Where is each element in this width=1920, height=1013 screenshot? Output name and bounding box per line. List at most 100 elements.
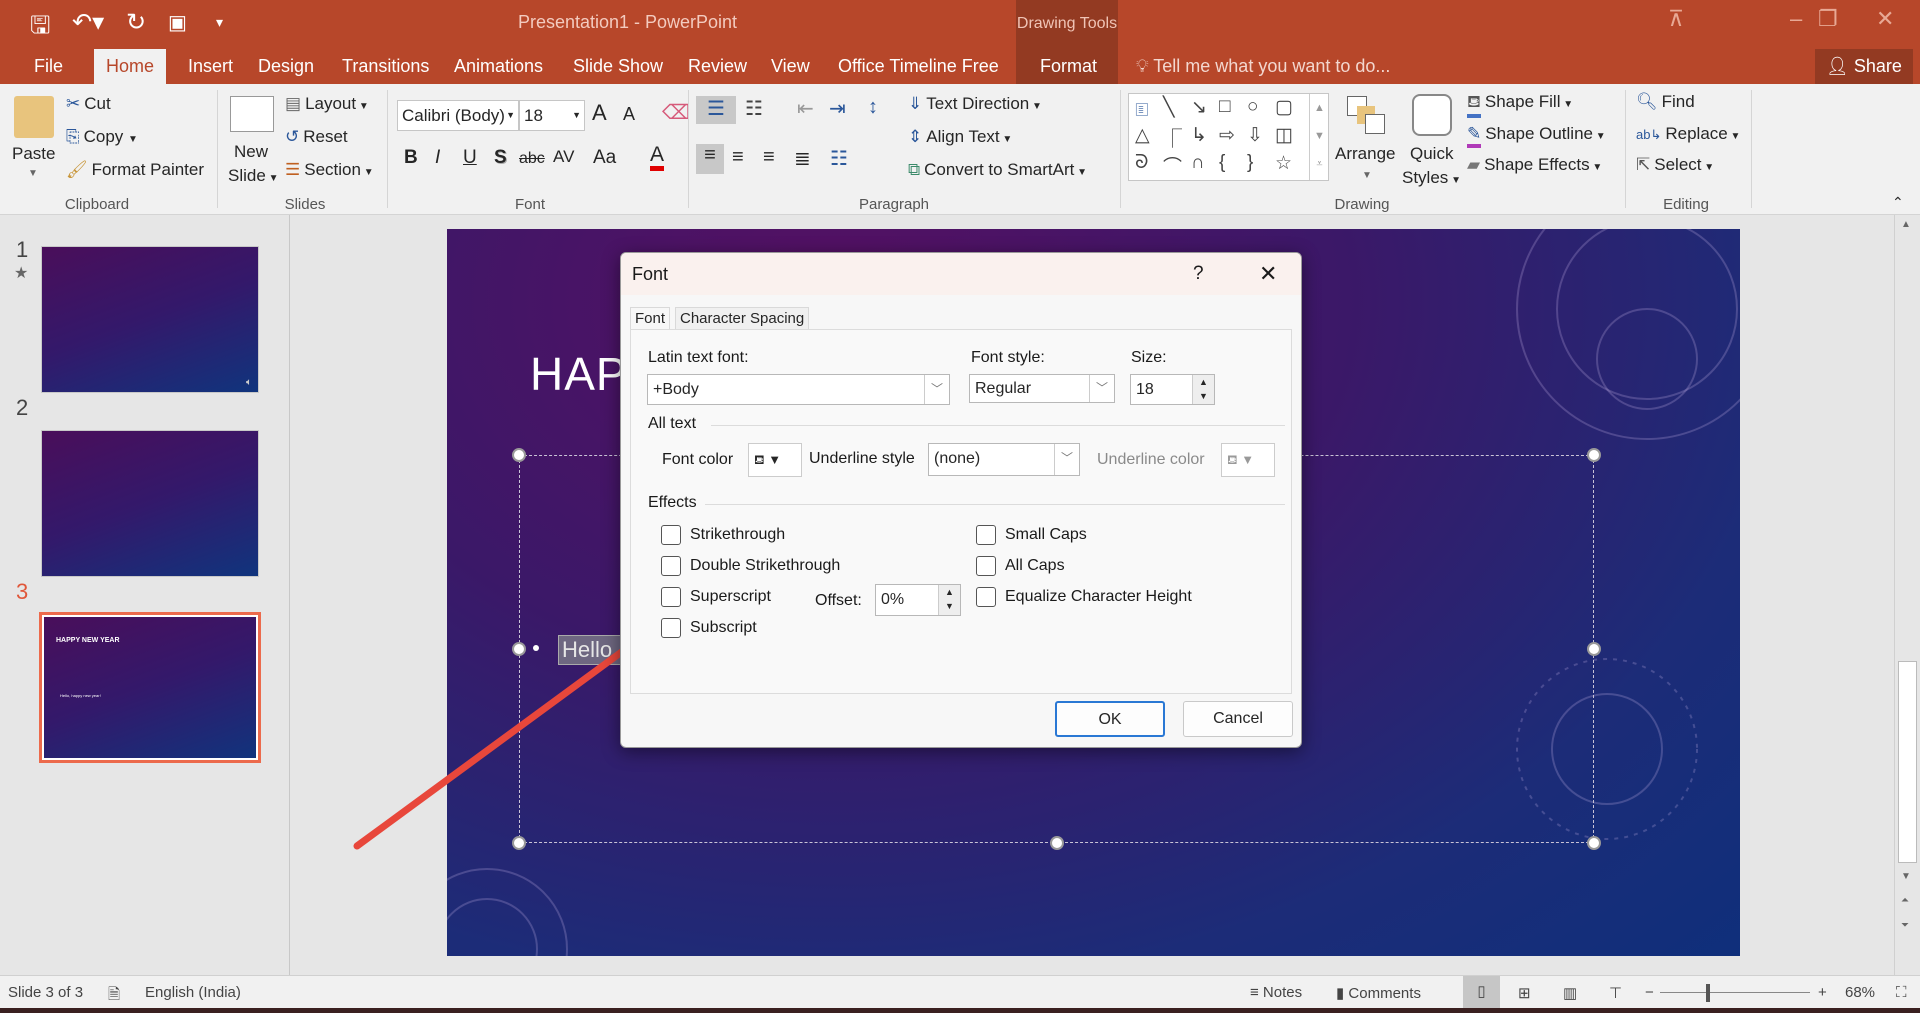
arrange-button[interactable]: Arrange <box>1335 144 1395 164</box>
quick-styles-label-2[interactable]: Styles ▼ <box>1402 168 1461 188</box>
resize-handle[interactable] <box>512 836 526 850</box>
copy-button[interactable]: ⎘ Copy ▼ <box>66 127 138 147</box>
resize-handle[interactable] <box>512 642 526 656</box>
zoom-level[interactable]: 68% <box>1845 984 1875 1001</box>
shadow-button[interactable]: S <box>494 147 507 169</box>
vertical-scrollbar[interactable]: ▲ ▼ ⏶ ⏷ <box>1894 215 1920 975</box>
zoom-in-button[interactable]: + <box>1818 984 1827 1001</box>
previous-slide-icon[interactable]: ⏶ <box>1901 895 1909 906</box>
share-button[interactable]: 👤︎ Share <box>1815 49 1913 84</box>
double-strikethrough-checkbox[interactable] <box>661 556 681 576</box>
scroll-down-icon[interactable]: ▼ <box>1901 871 1911 882</box>
small-caps-checkbox[interactable] <box>976 525 996 545</box>
curve-shape-icon[interactable]: ∩ <box>1191 152 1205 174</box>
tab-review[interactable]: Review <box>684 49 751 84</box>
find-button[interactable]: 🔍︎ Find <box>1636 92 1695 112</box>
scroll-up-icon[interactable]: ▲ <box>1901 219 1911 230</box>
bold-button[interactable]: B <box>404 147 418 169</box>
resize-handle[interactable] <box>1587 836 1601 850</box>
font-size-combo[interactable]: 18 ▼ <box>519 100 585 131</box>
rectangle-shape-icon[interactable]: □ <box>1219 96 1230 118</box>
justify-icon[interactable]: ≣ <box>794 146 811 171</box>
arrow-line-shape-icon[interactable]: ↘ <box>1191 96 1207 119</box>
slide-sorter-icon[interactable]: ⊞ <box>1518 984 1531 1002</box>
tell-me-search[interactable]: 💡︎ Tell me what you want to do... <box>1136 49 1390 84</box>
chevron-down-icon[interactable]: ﹀ <box>1089 375 1114 402</box>
shape-outline-button[interactable]: ✎ Shape Outline ▼ <box>1467 124 1606 148</box>
character-spacing-button[interactable]: AV <box>553 147 574 167</box>
tab-office-timeline[interactable]: Office Timeline Free <box>834 49 1003 84</box>
numbering-icon[interactable]: ☷ <box>745 96 763 121</box>
decrease-indent-icon[interactable]: ⇤ <box>797 96 814 121</box>
tab-view[interactable]: View <box>767 49 814 84</box>
slideshow-view-icon[interactable]: ⊤ <box>1609 984 1622 1002</box>
text-direction-button[interactable]: ⇓ Text Direction ▼ <box>908 94 1042 114</box>
superscript-checkbox[interactable] <box>661 587 681 607</box>
star-shape-icon[interactable]: ☆ <box>1275 152 1292 175</box>
shape-effects-button[interactable]: ▰ Shape Effects ▼ <box>1467 155 1602 175</box>
down-arrow-shape-icon[interactable]: ⇩ <box>1247 124 1263 147</box>
strikethrough-button[interactable]: abc <box>519 150 545 168</box>
bullets-button[interactable]: ☰ <box>696 96 736 124</box>
spell-check-icon[interactable]: 🗎︎ <box>108 984 120 1009</box>
arc-shape-icon[interactable]: ⌒ <box>1163 152 1182 179</box>
tab-slide-show[interactable]: Slide Show <box>569 49 667 84</box>
italic-button[interactable]: I <box>435 147 440 169</box>
chevron-down-icon[interactable]: ﹀ <box>924 375 949 404</box>
comments-button[interactable]: ▮ Comments <box>1336 984 1421 1002</box>
selected-text[interactable]: Hello. <box>558 635 623 665</box>
align-text-button[interactable]: ⇕ Align Text ▼ <box>908 127 1012 147</box>
line-spacing-icon[interactable]: ↕ <box>868 96 878 119</box>
normal-view-icon[interactable]: ▯ <box>1463 976 1500 1008</box>
arrange-dropdown-icon[interactable]: ▼ <box>1362 170 1372 181</box>
zoom-out-button[interactable]: − <box>1645 984 1654 1001</box>
offset-spinner[interactable]: 0% ▲ ▼ <box>875 584 961 616</box>
section-button[interactable]: ☰ Section ▼ <box>285 160 374 180</box>
shapes-gallery[interactable]: 🗉︎ ╲ ↘ □ ○ ▢ △ ⎾ ↳ ⇨ ⇩ ◫ ᘐ ⌒ ∩ { } ☆ ▲ ▼ ⩡ <box>1128 93 1329 181</box>
zoom-slider-thumb[interactable] <box>1706 984 1711 1002</box>
underline-style-select[interactable]: (none) ﹀ <box>928 443 1080 476</box>
arrange-icon[interactable] <box>1347 96 1385 136</box>
format-painter-button[interactable]: 🖌︎ Format Painter <box>66 160 204 180</box>
replace-button[interactable]: ab↳ Replace ▼ <box>1636 124 1740 144</box>
reset-button[interactable]: ↺ Reset <box>285 127 348 147</box>
restore-icon[interactable]: ❐ <box>1818 6 1838 32</box>
rounded-rect-shape-icon[interactable]: ▢ <box>1275 96 1293 119</box>
right-brace-icon[interactable]: } <box>1247 152 1253 174</box>
flowchart-shape-icon[interactable]: ◫ <box>1275 124 1293 147</box>
strikethrough-checkbox[interactable] <box>661 525 681 545</box>
next-slide-icon[interactable]: ⏷ <box>1901 920 1909 931</box>
paste-icon[interactable] <box>14 96 54 138</box>
resize-handle[interactable] <box>1587 448 1601 462</box>
help-button[interactable]: ? <box>1193 263 1204 285</box>
slide-thumbnail-1[interactable]: 🔈︎ <box>41 246 259 393</box>
convert-smartart-button[interactable]: ⧉ Convert to SmartArt ▼ <box>908 160 1087 180</box>
chevron-down-icon[interactable]: ﹀ <box>1054 444 1079 475</box>
tab-design[interactable]: Design <box>254 49 318 84</box>
ok-button[interactable]: OK <box>1055 701 1165 737</box>
triangle-shape-icon[interactable]: △ <box>1135 124 1150 147</box>
tab-transitions[interactable]: Transitions <box>338 49 433 84</box>
cut-button[interactable]: ✂ Cut <box>66 94 111 114</box>
notes-button[interactable]: ≡ Notes <box>1250 984 1302 1001</box>
tab-format[interactable]: Format <box>1036 49 1101 84</box>
slide-thumbnail-3[interactable]: HAPPY NEW YEAR Hello, happy new year! <box>39 612 261 763</box>
freeform-shape-icon[interactable]: ᘐ <box>1135 152 1148 174</box>
close-window-icon[interactable]: ✕ <box>1876 6 1894 32</box>
select-button[interactable]: ⇱ Select ▼ <box>1636 155 1714 175</box>
resize-handle[interactable] <box>1587 642 1601 656</box>
tab-animations[interactable]: Animations <box>450 49 547 84</box>
layout-button[interactable]: ▤ Layout ▼ <box>285 94 369 114</box>
paste-dropdown-icon[interactable]: ▼ <box>28 168 38 179</box>
underline-color-picker[interactable]: ⛾ ▼ <box>1221 443 1275 477</box>
elbow-arrow-icon[interactable]: ↳ <box>1191 124 1207 147</box>
underline-button[interactable]: U <box>463 147 477 169</box>
tab-insert[interactable]: Insert <box>184 49 237 84</box>
subscript-checkbox[interactable] <box>661 618 681 638</box>
font-color-button[interactable]: A <box>650 144 665 171</box>
oval-shape-icon[interactable]: ○ <box>1247 96 1258 118</box>
spinner-arrows[interactable]: ▲ ▼ <box>938 585 960 615</box>
reading-view-icon[interactable]: ▥ <box>1563 984 1577 1002</box>
right-arrow-shape-icon[interactable]: ⇨ <box>1219 124 1235 147</box>
ribbon-display-icon[interactable]: ⊼ <box>1668 6 1684 32</box>
